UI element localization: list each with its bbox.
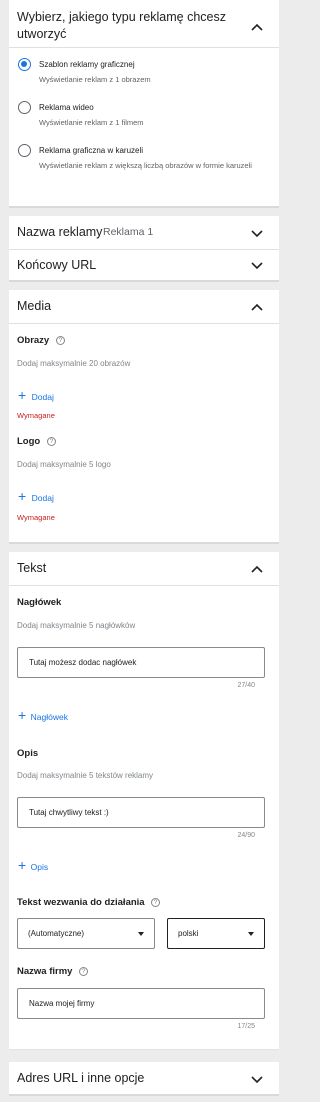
add-image-button[interactable]: + Dodaj <box>18 387 54 405</box>
business-name-input[interactable]: Nazwa mojej firmy <box>17 988 265 1019</box>
headline-label: Nagłówek <box>17 597 62 608</box>
headline-count: 27/40 <box>237 682 255 689</box>
chevron-up-icon[interactable] <box>250 22 264 32</box>
cta-select[interactable]: (Automatyczne) <box>17 918 155 949</box>
ad-type-option-desc: Wyświetlanie reklam z większą liczbą obr… <box>39 161 252 170</box>
ad-type-radio-video[interactable] <box>18 101 31 114</box>
business-name-count: 17/25 <box>237 1023 255 1030</box>
chevron-down-icon[interactable] <box>250 260 264 270</box>
language-select[interactable]: polski <box>167 918 265 949</box>
logo-label: Logo <box>17 436 41 447</box>
plus-icon: + <box>18 488 27 504</box>
help-icon[interactable]: ? <box>47 437 56 446</box>
plus-icon: + <box>18 707 27 723</box>
cta-select-value: (Automatyczne) <box>28 929 85 938</box>
add-logo-label: Dodaj <box>31 493 54 503</box>
final-url-label: Końcowy URL <box>17 258 97 272</box>
ad-editor-panel: Wybierz, jakiego typu reklamę chcesz utw… <box>9 0 279 1102</box>
chevron-up-icon[interactable] <box>250 302 264 312</box>
add-headline-label: Nagłówek <box>30 712 68 722</box>
text-card: Tekst Nagłówek Dodaj maksymalnie 5 nagłó… <box>9 552 279 1050</box>
description-hint: Dodaj maksymalnie 5 tekstów reklamy <box>17 771 154 780</box>
ad-type-option-label[interactable]: Reklama wideo <box>39 103 94 112</box>
plus-icon: + <box>18 387 27 403</box>
plus-icon: + <box>18 857 27 873</box>
help-icon[interactable]: ? <box>56 336 65 345</box>
url-options-card[interactable]: Adres URL i inne opcje <box>9 1062 279 1096</box>
ad-type-radio-carousel[interactable] <box>18 144 31 157</box>
final-url-row[interactable]: Końcowy URL <box>9 250 279 281</box>
media-card: Media Obrazy ? Dodaj maksymalnie 20 obra… <box>9 290 279 544</box>
logo-hint: Dodaj maksymalnie 5 logo <box>17 460 111 469</box>
ad-name-row[interactable]: Nazwa reklamy Reklama 1 <box>9 216 279 249</box>
dropdown-arrow-icon <box>248 932 254 936</box>
ad-type-card: Wybierz, jakiego typu reklamę chcesz utw… <box>9 0 279 208</box>
cta-label: Tekst wezwania do działania <box>17 897 145 908</box>
images-hint: Dodaj maksymalnie 20 obrazów <box>17 359 131 368</box>
business-name-label: Nazwa firmy <box>17 966 73 977</box>
ad-type-title: Wybierz, jakiego typu reklamę chcesz utw… <box>17 10 226 41</box>
headline-hint: Dodaj maksymalnie 5 nagłówków <box>17 621 136 630</box>
name-url-card: Nazwa reklamy Reklama 1 Końcowy URL <box>9 216 279 282</box>
add-headline-button[interactable]: + Nagłówek <box>18 707 68 725</box>
description-input[interactable]: Tutaj chwytliwy tekst :) <box>17 797 265 828</box>
media-title: Media <box>17 299 52 313</box>
help-icon[interactable]: ? <box>79 967 88 976</box>
url-options-label: Adres URL i inne opcje <box>17 1071 145 1085</box>
chevron-up-icon[interactable] <box>250 564 264 574</box>
add-logo-button[interactable]: + Dodaj <box>18 488 54 506</box>
add-description-label: Opis <box>30 862 49 872</box>
ad-type-option-label[interactable]: Reklama graficzna w karuzeli <box>39 146 143 155</box>
chevron-down-icon[interactable] <box>250 1074 264 1084</box>
text-title: Tekst <box>17 561 47 575</box>
chevron-down-icon[interactable] <box>250 228 264 238</box>
images-required: Wymagane <box>17 411 55 420</box>
help-icon[interactable]: ? <box>151 898 160 907</box>
ad-type-option-desc: Wyświetlanie reklam z 1 obrazem <box>39 75 151 84</box>
ad-name-label: Nazwa reklamy <box>17 225 103 239</box>
ad-type-option-desc: Wyświetlanie reklam z 1 filmem <box>39 118 144 127</box>
ad-type-option-label[interactable]: Szablon reklamy graficznej <box>39 60 135 69</box>
language-select-value: polski <box>178 929 199 938</box>
logo-required: Wymagane <box>17 513 55 522</box>
ad-type-radio-image[interactable] <box>18 58 31 71</box>
dropdown-arrow-icon <box>138 932 144 936</box>
images-label: Obrazy <box>17 335 50 346</box>
ad-name-value: Reklama 1 <box>103 226 154 238</box>
description-label: Opis <box>17 748 39 759</box>
description-count: 24/90 <box>237 832 255 839</box>
add-description-button[interactable]: + Opis <box>18 857 48 875</box>
headline-input[interactable]: Tutaj możesz dodac nagłówek <box>17 647 265 678</box>
add-image-label: Dodaj <box>31 392 54 402</box>
